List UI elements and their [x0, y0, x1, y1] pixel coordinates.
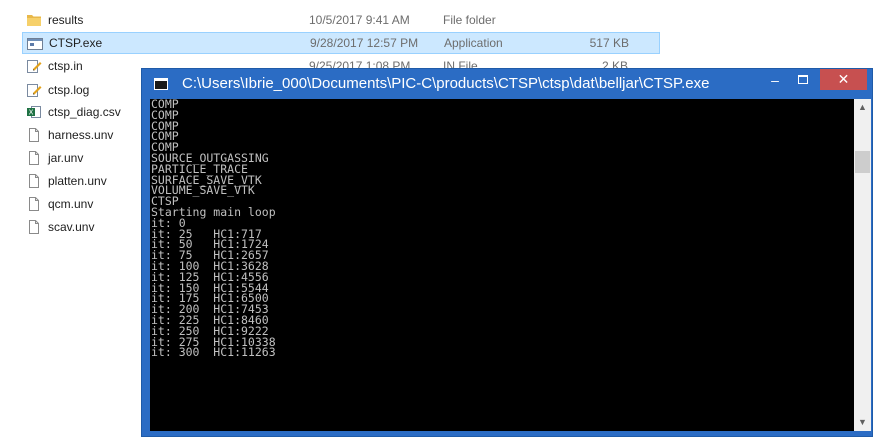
console-scrollbar[interactable]: ▲ ▼: [854, 99, 871, 431]
svg-text:X: X: [29, 109, 34, 117]
console-line: SOURCE_OUTGASSING: [151, 150, 269, 165]
console-line: COMP: [151, 107, 179, 122]
navigation-pane-edge: [0, 0, 20, 437]
file-name: qcm.unv: [48, 197, 94, 211]
file-icon: [26, 173, 42, 189]
edit-file-icon: [26, 82, 42, 98]
file-size: 517 KB: [589, 36, 629, 50]
maximize-icon: [798, 75, 808, 84]
console-title: C:\Users\Ibrie_000\Documents\PIC-C\produ…: [182, 75, 710, 92]
scroll-up-arrow-icon[interactable]: ▲: [854, 99, 871, 116]
console-line: VOLUME_SAVE_VTK: [151, 183, 255, 198]
file-icon: [26, 150, 42, 166]
excel-file-icon: X: [26, 104, 42, 120]
file-type: File folder: [443, 13, 496, 27]
console-app-icon[interactable]: [154, 78, 168, 90]
file-name: scav.unv: [48, 220, 95, 234]
console-output[interactable]: COMP COMP COMP COMP COMP SOURCE_OUTGASSING PAR…: [150, 99, 854, 431]
file-icon: [26, 196, 42, 212]
file-name: CTSP.exe: [49, 36, 103, 50]
console-window[interactable]: C:\Users\Ibrie_000\Documents\PIC-C\produ…: [141, 68, 873, 437]
file-date-modified: 9/28/2017 12:57 PM: [310, 36, 419, 50]
file-name: ctsp.log: [48, 83, 90, 97]
file-row[interactable]: results 10/5/2017 9:41 AM File folder: [22, 9, 632, 31]
scroll-down-arrow-icon[interactable]: ▼: [854, 414, 871, 431]
console-line: SURFACE_SAVE_VTK: [151, 172, 262, 187]
file-name: jar.unv: [48, 151, 84, 165]
file-name: ctsp.in: [48, 59, 83, 73]
edit-file-icon: [26, 58, 42, 74]
maximize-button[interactable]: [789, 69, 817, 91]
file-date-modified: 10/5/2017 9:41 AM: [309, 13, 410, 27]
file-name: ctsp_diag.csv: [48, 105, 121, 119]
application-icon: [27, 36, 43, 52]
console-titlebar[interactable]: C:\Users\Ibrie_000\Documents\PIC-C\produ…: [142, 69, 872, 99]
console-line: COMP: [151, 118, 179, 133]
minimize-button[interactable]: –: [761, 69, 789, 91]
scrollbar-thumb[interactable]: [855, 151, 870, 173]
file-name: harness.unv: [48, 128, 114, 142]
file-row[interactable]: CTSP.exe 9/28/2017 12:57 PM Application 517…: [22, 32, 660, 54]
folder-icon: [26, 12, 42, 28]
console-line: it: 300 HC1:11263: [151, 345, 276, 360]
file-name: results: [48, 13, 84, 27]
close-button[interactable]: ✕: [820, 69, 867, 90]
console-line: COMP: [151, 129, 179, 144]
file-icon: [26, 219, 42, 235]
file-type: Application: [444, 36, 503, 50]
file-name: platten.unv: [48, 174, 107, 188]
console-line: COMP: [151, 99, 179, 111]
file-icon: [26, 127, 42, 143]
console-line: Starting main loop: [151, 204, 276, 219]
